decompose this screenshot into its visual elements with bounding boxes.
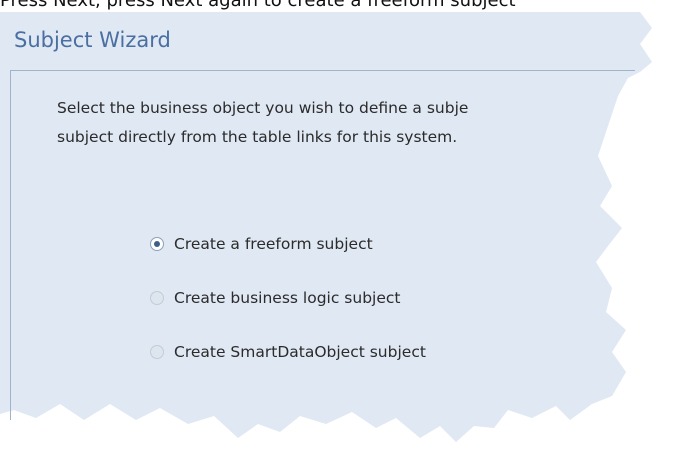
radio-selected-icon[interactable]: [150, 237, 164, 251]
wizard-title: Subject Wizard: [14, 28, 171, 52]
option-business-logic-subject[interactable]: Create business logic subject: [150, 285, 400, 311]
instructions-line-1: Select the business object you wish to d…: [57, 99, 469, 117]
radio-unselected-icon[interactable]: [150, 345, 164, 359]
option-freeform-subject[interactable]: Create a freeform subject: [150, 231, 373, 257]
panel-border-top: [10, 70, 635, 71]
option-label: Create SmartDataObject subject: [174, 343, 426, 361]
option-label: Create a freeform subject: [174, 235, 373, 253]
option-smartdataobject-subject[interactable]: Create SmartDataObject subject: [150, 339, 426, 365]
panel-border-left: [10, 70, 11, 420]
caption-text: Press Next, press Next again to create a…: [0, 0, 516, 11]
instructions-text: Select the business object you wish to d…: [57, 94, 617, 152]
instructions-line-2: subject directly from the table links fo…: [57, 128, 458, 146]
option-label: Create business logic subject: [174, 289, 401, 307]
radio-unselected-icon[interactable]: [150, 291, 164, 305]
